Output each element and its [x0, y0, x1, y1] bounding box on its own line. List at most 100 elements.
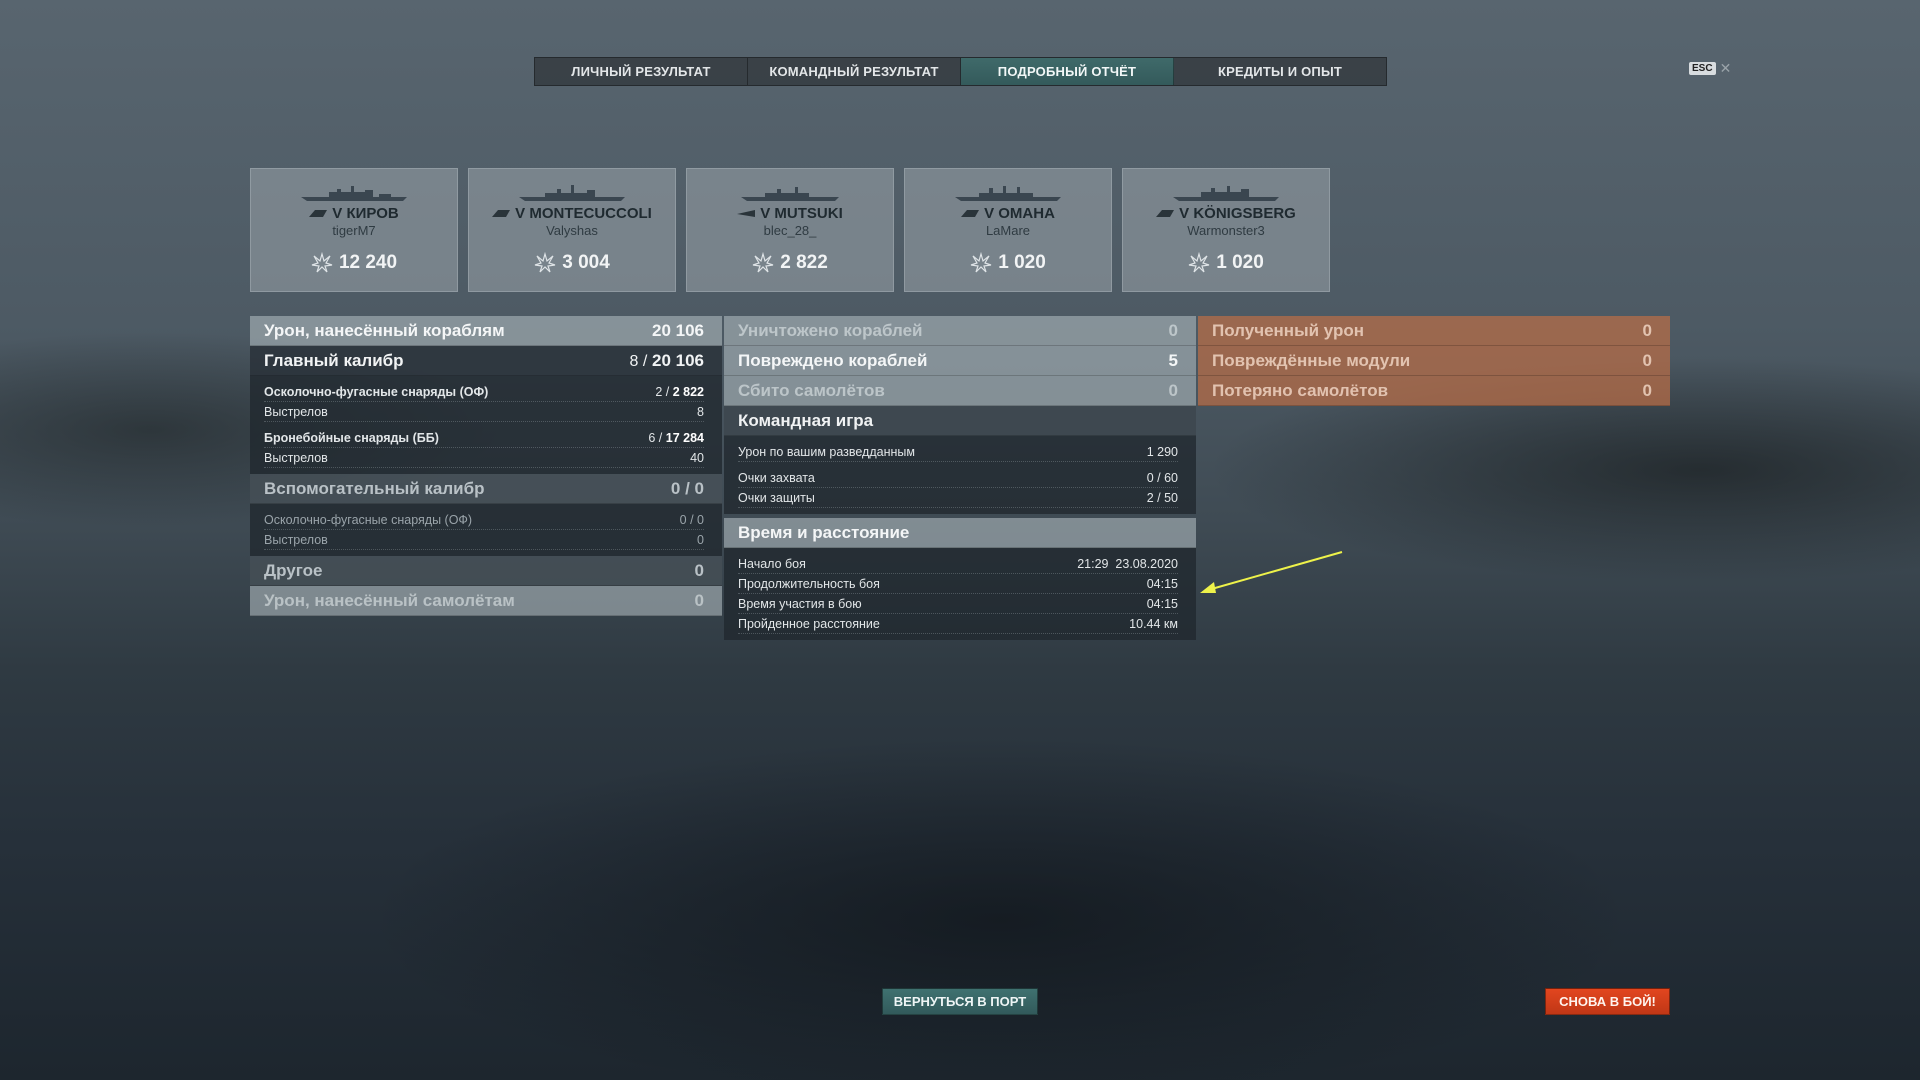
damage-icon — [753, 252, 774, 273]
row-label: Осколочно-фугасные снаряды (ОФ) — [264, 512, 473, 527]
damage-value: 12 240 — [338, 252, 398, 273]
row-label: Вспомогательный калибр — [264, 478, 485, 498]
damage-value: 20 106 — [652, 350, 704, 370]
ship-silhouette-icon — [1173, 186, 1279, 201]
row-label: Выстрелов — [264, 450, 328, 465]
row-value: 04:15 — [1146, 576, 1178, 591]
ship-silhouette-icon — [519, 185, 625, 201]
ship-card[interactable]: V KÖNIGSBERG Warmonster3 1 020 — [1122, 168, 1330, 292]
row-value: 0 / 0 — [670, 478, 704, 498]
row-value: 0 — [1168, 380, 1178, 400]
row-value: 2 / 2 822 — [655, 385, 704, 399]
return-to-port-button[interactable]: ВЕРНУТЬСЯ В ПОРТ — [882, 988, 1038, 1015]
row-label: Урон, нанесённый самолётам — [264, 590, 515, 610]
distance-row: Пройденное расстояние 10.44 км — [738, 614, 1178, 634]
ship-class-icon — [737, 210, 756, 217]
planes-damage-row[interactable]: Урон, нанесённый самолётам 0 — [250, 586, 722, 616]
row-label: Продолжительность боя — [738, 576, 880, 591]
row-label: Очки защиты — [738, 490, 815, 505]
hits-value: 8 / — [629, 352, 648, 370]
row-label: Пройденное расстояние — [738, 616, 880, 631]
capture-points-row: Очки захвата 0 / 60 — [738, 468, 1178, 488]
damage-icon — [1189, 252, 1210, 273]
damage-icon — [971, 252, 992, 273]
row-value: 0 / 0 — [679, 512, 704, 527]
row-label: Повреждено кораблей — [738, 350, 928, 370]
row-label: Потеряно самолётов — [1212, 380, 1389, 400]
row-label: Урон, нанесённый кораблям — [264, 320, 505, 340]
time-distance-details: Начало боя 21:29 23.08.2020 Продолжитель… — [724, 548, 1196, 640]
damage-value: 1 020 — [1216, 252, 1264, 273]
main-caliber-details: Осколочно-фугасные снаряды (ОФ) 2 / 2 82… — [250, 376, 722, 474]
team-play-title: Командная игра — [724, 406, 1196, 436]
ap-shots-row: Выстрелов 40 — [264, 448, 704, 468]
ship-name: V MUTSUKI — [760, 205, 843, 222]
damage-value: 17 284 — [665, 430, 704, 445]
damage-icon — [535, 252, 556, 273]
battle-summary-panel: Уничтожено кораблей 0 Повреждено корабле… — [724, 316, 1196, 640]
row-label: Очки захвата — [738, 470, 815, 485]
row-label: Начало боя — [738, 556, 806, 571]
ships-destroyed-row[interactable]: Уничтожено кораблей 0 — [724, 316, 1196, 346]
secondary-shots-row: Выстрелов 0 — [264, 530, 704, 550]
row-label: Другое — [264, 560, 323, 580]
close-icon: ✕ — [1719, 60, 1732, 76]
row-value: 5 — [1168, 350, 1178, 370]
battle-again-button[interactable]: СНОВА В БОЙ! — [1545, 988, 1670, 1015]
result-tabs: ЛИЧНЫЙ РЕЗУЛЬТАТ КОМАНДНЫЙ РЕЗУЛЬТАТ ПОД… — [534, 57, 1387, 86]
row-label: Урон по вашим разведданным — [738, 444, 915, 459]
ship-name: V MONTECUCCOLI — [515, 205, 652, 222]
damage-received-panel: Полученный урон 0 Повреждённые модули 0 … — [1198, 316, 1670, 406]
he-shells-row: Осколочно-фугасные снаряды (ОФ) 2 / 2 82… — [264, 382, 704, 402]
row-label: Уничтожено кораблей — [738, 320, 923, 340]
ship-card[interactable]: V КИРОВ tigerM7 12 240 — [250, 168, 458, 292]
secondary-caliber-row[interactable]: Вспомогательный калибр 0 / 0 — [250, 474, 722, 504]
main-caliber-row[interactable]: Главный калибр 8 / 20 106 — [250, 346, 722, 376]
received-damage-row[interactable]: Полученный урон 0 — [1198, 316, 1670, 346]
secondary-caliber-details: Осколочно-фугасные снаряды (ОФ) 0 / 0 Вы… — [250, 504, 722, 556]
row-value: 0 — [697, 532, 704, 547]
section-title: Командная игра — [738, 410, 874, 430]
battle-duration-row: Продолжительность боя 04:15 — [738, 574, 1178, 594]
ship-silhouette-icon — [955, 186, 1061, 201]
defense-points-row: Очки защиты 2 / 50 — [738, 488, 1178, 508]
player-name: tigerM7 — [332, 223, 376, 238]
damaged-modules-row[interactable]: Повреждённые модули 0 — [1198, 346, 1670, 376]
damage-icon — [311, 252, 333, 273]
damage-value: 2 822 — [672, 384, 704, 399]
he-shots-row: Выстрелов 8 — [264, 402, 704, 422]
close-button[interactable]: ESC ✕ — [1689, 60, 1731, 77]
other-damage-row[interactable]: Другое 0 — [250, 556, 722, 586]
planes-lost-row[interactable]: Потеряно самолётов 0 — [1198, 376, 1670, 406]
row-value: 8 / 20 106 — [629, 351, 704, 371]
hits-value: 6 / — [648, 430, 663, 445]
section-title: Время и расстояние — [738, 522, 910, 542]
row-value: 10.44 км — [1129, 616, 1178, 631]
row-value: 20 106 — [652, 320, 704, 340]
row-value: 40 — [690, 450, 704, 465]
tab-detailed-report[interactable]: ПОДРОБНЫЙ ОТЧЁТ — [961, 58, 1174, 85]
ship-class-icon — [492, 210, 511, 217]
tab-team-result[interactable]: КОМАНДНЫЙ РЕЗУЛЬТАТ — [748, 58, 961, 85]
planes-shot-row[interactable]: Сбито самолётов 0 — [724, 376, 1196, 406]
tab-personal-result[interactable]: ЛИЧНЫЙ РЕЗУЛЬТАТ — [535, 58, 748, 85]
tab-credits-xp[interactable]: КРЕДИТЫ И ОПЫТ — [1174, 58, 1386, 85]
damage-value: 1 020 — [998, 252, 1046, 273]
player-name: Valyshas — [546, 223, 598, 238]
ships-damaged-row[interactable]: Повреждено кораблей 5 — [724, 346, 1196, 376]
row-value: 0 — [694, 590, 704, 610]
damage-value: 2 822 — [780, 252, 828, 273]
row-label: Выстрелов — [264, 404, 328, 419]
row-value: 8 — [697, 404, 704, 419]
ship-card[interactable]: V OMAHA LaMare 1 020 — [904, 168, 1112, 292]
ship-card[interactable]: V MONTECUCCOLI Valyshas 3 004 — [468, 168, 676, 292]
ship-class-icon — [309, 210, 328, 217]
hits-value: 2 / — [655, 384, 670, 399]
row-value: 21:29 23.08.2020 — [1077, 556, 1178, 571]
row-value: 6 / 17 284 — [648, 431, 704, 445]
ship-card[interactable]: V MUTSUKI blec_28_ 2 822 — [686, 168, 894, 292]
row-value: 0 / 60 — [1146, 470, 1178, 485]
damage-dealt-panel: Урон, нанесённый кораблям 20 106 Главный… — [250, 316, 722, 616]
ship-silhouette-icon — [301, 186, 407, 201]
ships-damage-row[interactable]: Урон, нанесённый кораблям 20 106 — [250, 316, 722, 346]
